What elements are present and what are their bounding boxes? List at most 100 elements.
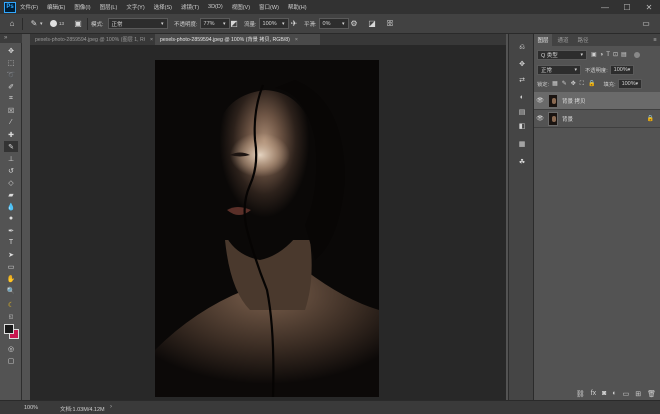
layer-row-background[interactable]: 👁 背景 🔒 <box>534 110 660 128</box>
workspace-button[interactable]: ▭ <box>640 17 652 30</box>
fill-input[interactable]: 100% ▾ <box>617 78 642 89</box>
menu-filter[interactable]: 滤镜(T) <box>181 3 199 11</box>
dodge-tool-icon[interactable]: ● <box>4 213 18 224</box>
libraries-panel-icon[interactable]: ▦ <box>516 138 528 149</box>
flow-input[interactable]: 100% ▾ <box>258 18 289 29</box>
filter-kind-select[interactable]: Q 类型 ▾ <box>537 49 587 60</box>
lock-icons[interactable]: ▦✎✥⛶🔒 <box>552 80 599 88</box>
close-tab-icon[interactable]: × <box>150 37 153 43</box>
brush-preset-picker[interactable]: ✎ ▾ <box>28 17 43 30</box>
menu-help[interactable]: 帮助(H) <box>288 3 307 11</box>
butterfly-icon: ꕥ <box>386 18 394 28</box>
collapse-icon: » <box>4 35 8 41</box>
delete-layer-icon[interactable]: 🗑 <box>647 390 656 398</box>
history-brush-tool-icon[interactable]: ↺ <box>4 165 18 176</box>
brush-panel-toggle[interactable]: ▣ <box>72 17 84 30</box>
document-tab-1[interactable]: pexels-photo-2859594.jpeg @ 100% (图层 1, … <box>30 34 155 45</box>
menu-select[interactable]: 选择(S) <box>154 3 172 11</box>
menu-3d[interactable]: 3D(D) <box>208 4 223 10</box>
document-image[interactable] <box>155 60 379 397</box>
rectangle-tool-icon[interactable]: ▭ <box>4 261 18 272</box>
actions-panel-icon[interactable]: ⇄ <box>516 74 528 85</box>
gradient-tool-icon[interactable]: ▰ <box>4 189 18 200</box>
blur-tool-icon[interactable]: 💧 <box>4 201 18 212</box>
menu-view[interactable]: 视图(V) <box>232 3 250 11</box>
flow-value: 100% <box>262 20 277 27</box>
adjustment-layer-icon[interactable]: ◐ <box>612 390 616 398</box>
airbrush-toggle[interactable]: ✈ <box>288 17 300 30</box>
zoom-level[interactable]: 100% <box>24 405 38 411</box>
blend-mode-select[interactable]: 正常 ▾ <box>537 64 581 75</box>
hand-tool-icon[interactable]: ✋ <box>4 273 18 284</box>
adjustments-panel-icon[interactable]: ◧ <box>516 120 528 131</box>
lasso-tool-icon[interactable]: ➰ <box>4 69 18 80</box>
menu-file[interactable]: 文件(F) <box>20 3 38 11</box>
smoothing-options-button[interactable]: ⚙ <box>348 17 360 30</box>
menu-type[interactable]: 文字(Y) <box>126 3 144 11</box>
fill-value: 100% <box>621 80 636 87</box>
home-icon[interactable]: ⌂ <box>6 17 18 30</box>
type-tool-icon[interactable]: T <box>4 237 18 248</box>
crop-tool-icon[interactable]: ⌗ <box>4 93 18 104</box>
layer-row-background-copy[interactable]: 👁 背景 拷贝 <box>534 92 660 110</box>
tab-paths[interactable]: 路径 <box>574 34 592 46</box>
path-selection-tool-icon[interactable]: ➤ <box>4 249 18 260</box>
close-tab-icon[interactable]: × <box>295 37 298 43</box>
mode-select[interactable]: 正常 ▾ <box>107 18 168 29</box>
swatches-panel-icon[interactable]: ▤ <box>516 106 528 117</box>
visibility-eye-icon[interactable]: 👁 <box>534 92 546 110</box>
quick-select-tool-icon[interactable]: ✐ <box>4 81 18 92</box>
tab-channels[interactable]: 通道 <box>554 34 572 46</box>
document-tab-2[interactable]: pexels-photo-2859594.jpeg @ 100% (背景 拷贝,… <box>155 34 320 45</box>
foreground-color-swatch[interactable] <box>4 324 14 334</box>
layer-thumbnail <box>548 111 558 126</box>
frame-tool-icon[interactable]: ☒ <box>4 105 18 116</box>
close-window-button[interactable]: ✕ <box>638 0 660 14</box>
smooth-input[interactable]: 0% ▾ <box>318 18 349 29</box>
symmetry-button[interactable]: ꕥ <box>384 17 396 30</box>
pressure-size-toggle[interactable]: ◪ <box>366 17 378 30</box>
eraser-tool-icon[interactable]: ◇ <box>4 177 18 188</box>
clone-stamp-tool-icon[interactable]: ⊥ <box>4 153 18 164</box>
marquee-tool-icon[interactable]: ⬚ <box>4 57 18 68</box>
status-menu-arrow[interactable]: › <box>110 404 112 410</box>
zoom-tool-icon[interactable]: 🔍 <box>4 285 18 296</box>
add-mask-icon[interactable]: ◙ <box>602 390 606 398</box>
brush-tool-icon[interactable]: ✎ <box>4 141 18 152</box>
glyphs-panel-icon[interactable]: ☘ <box>516 156 528 167</box>
panel-menu-icon[interactable]: ≡ <box>650 34 660 46</box>
new-group-icon[interactable]: ▭ <box>623 390 630 398</box>
color-panel-icon[interactable]: ◐ <box>516 92 528 103</box>
maximize-button[interactable]: ☐ <box>616 0 638 14</box>
properties-panel-icon[interactable]: ✥ <box>516 58 528 69</box>
healing-brush-tool-icon[interactable]: ✚ <box>4 129 18 140</box>
minimize-button[interactable]: — <box>594 0 616 14</box>
tools-panel-header[interactable]: » <box>0 34 22 43</box>
pressure-opacity-toggle[interactable]: ◩ <box>228 17 240 30</box>
filter-toggle-icon[interactable] <box>633 51 640 58</box>
history-panel-icon[interactable]: ⎌ <box>516 42 528 53</box>
menu-layer[interactable]: 图层(L) <box>100 3 118 11</box>
move-tool-icon[interactable]: ✥ <box>4 45 18 56</box>
layer-style-icon[interactable]: fx <box>591 390 596 398</box>
brush-size-picker[interactable]: 13 <box>50 17 64 30</box>
link-layers-icon[interactable]: ⛓ <box>576 390 585 398</box>
default-colors-icon[interactable]: ◱ <box>4 311 18 322</box>
opacity-input[interactable]: 77% ▾ <box>199 18 230 29</box>
pen-tool-icon[interactable]: ✒ <box>4 225 18 236</box>
panel-icon-strip: ⎌ ✥ ⇄ ◐ ▤ ◧ ▦ ☘ <box>508 34 534 400</box>
menu-image[interactable]: 图像(I) <box>74 3 90 11</box>
menu-window[interactable]: 窗口(W) <box>259 3 279 11</box>
tab-layers[interactable]: 图层 <box>534 34 552 46</box>
layer-opacity-input[interactable]: 100% ▾ <box>609 64 634 75</box>
layer-opacity-label: 不透明度: <box>585 67 608 74</box>
quick-mask-icon[interactable]: ◎ <box>4 343 18 354</box>
new-layer-icon[interactable]: ⊞ <box>635 390 641 398</box>
smooth-label: 平滑: <box>304 21 317 28</box>
menu-edit[interactable]: 编辑(E) <box>47 3 65 11</box>
screen-mode-icon[interactable]: ▢ <box>4 355 18 366</box>
visibility-eye-icon[interactable]: 👁 <box>534 110 546 128</box>
filter-icons[interactable]: ▣◑T⊡▤ <box>591 51 630 58</box>
edit-toolbar-icon[interactable]: ☾ <box>4 299 18 310</box>
eyedropper-tool-icon[interactable]: ⁄ <box>4 117 18 128</box>
